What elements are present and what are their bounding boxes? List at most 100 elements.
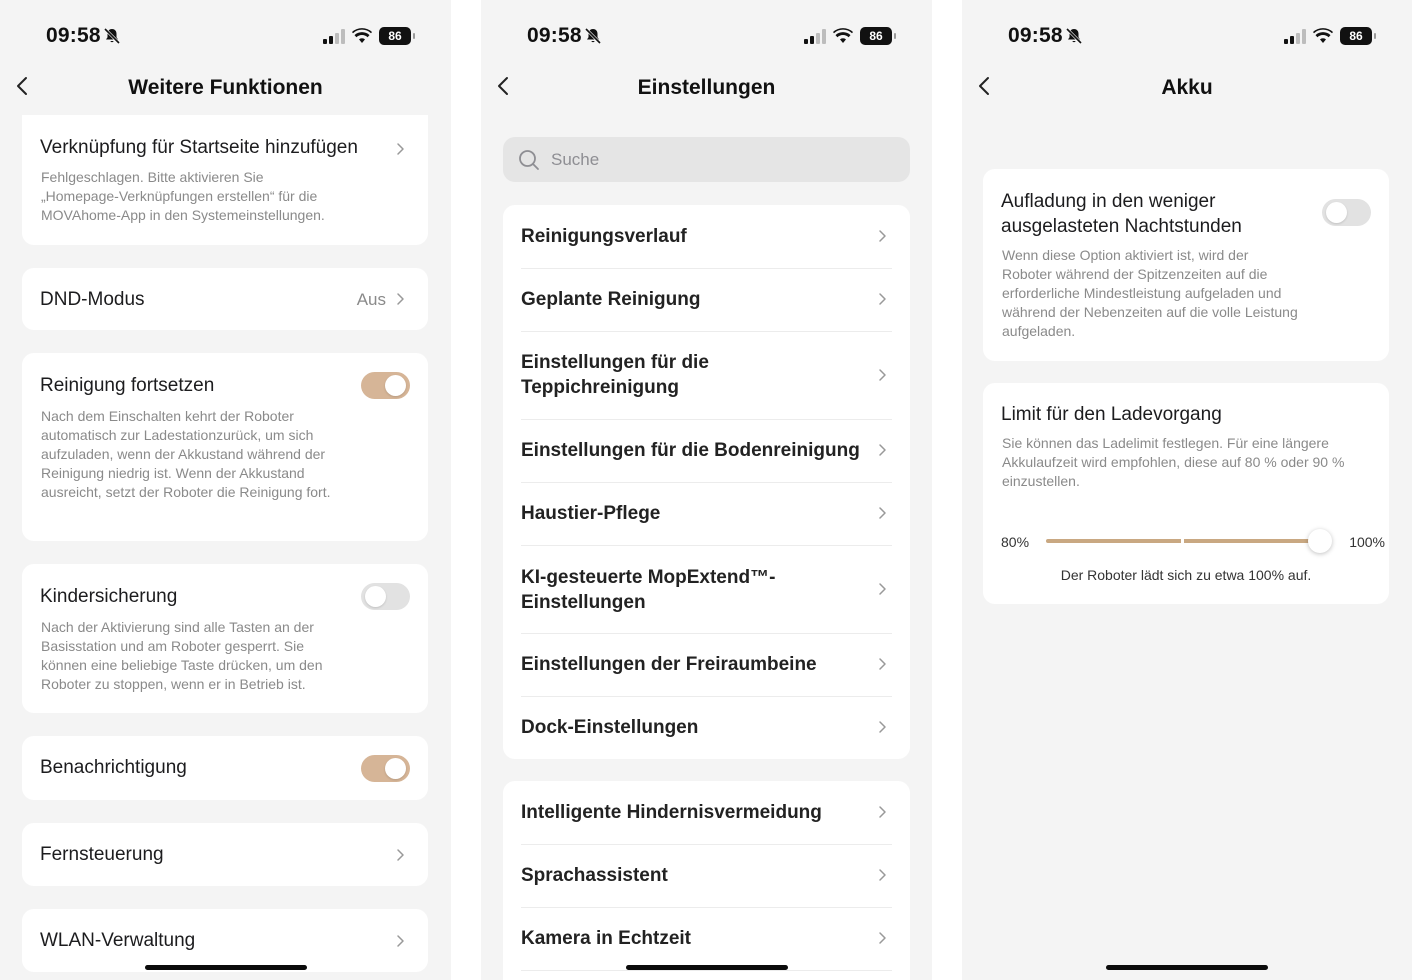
page-title: Weitere Funktionen: [128, 76, 323, 99]
resume-title: Reinigung fortsetzen: [40, 375, 215, 396]
dnd-value: Aus: [356, 290, 386, 309]
list-item-label: Dock-Einstellungen: [521, 717, 699, 738]
nav-bar: Akku: [962, 66, 1412, 112]
resume-toggle[interactable]: [361, 372, 410, 399]
settings-group-2: Intelligente Hindernisvermeidung Spracha…: [503, 781, 910, 980]
list-item-bodenreinigung[interactable]: Einstellungen für die Bodenreinigung: [503, 419, 910, 482]
notification-toggle[interactable]: [361, 755, 410, 782]
offpeak-toggle[interactable]: [1322, 199, 1371, 226]
chevron-right-icon: [397, 143, 404, 155]
shortcut-card[interactable]: Verknüpfung für Startseite hinzufügen Fe…: [22, 115, 428, 245]
screen-akku: 09:58 86 Akku Aufladung in den weniger a…: [962, 0, 1412, 980]
list-item-label: Einstellungen für die Bodenreinigung: [521, 440, 860, 461]
chevron-right-icon: [397, 293, 404, 305]
chevron-right-icon: [879, 721, 886, 733]
chevron-right-icon: [879, 507, 886, 519]
resume-cleaning-card: Reinigung fortsetzen Nach dem Einschalte…: [22, 353, 428, 541]
list-item-label: Einstellungen der Freiraumbeine: [521, 654, 817, 675]
nav-bar: Einstellungen: [481, 66, 932, 112]
child-lock-title: Kindersicherung: [40, 586, 178, 607]
wlan-row[interactable]: WLAN-Verwaltung: [22, 909, 428, 972]
list-item-reinigungsverlauf[interactable]: Reinigungsverlauf: [503, 205, 910, 268]
home-indicator: [144, 965, 307, 970]
nav-bar: Weitere Funktionen: [0, 66, 451, 112]
wifi-icon: [833, 28, 853, 43]
battery-icon: 86: [1340, 27, 1376, 45]
list-item-hindernisvermeidung[interactable]: Intelligente Hindernisvermeidung: [503, 781, 910, 844]
notification-title: Benachrichtigung: [40, 757, 187, 778]
wlan-title: WLAN-Verwaltung: [40, 930, 196, 951]
chevron-right-icon: [879, 869, 886, 881]
dnd-title: DND-Modus: [40, 289, 145, 310]
chevron-right-icon: [879, 658, 886, 670]
list-item-haustier-pflege[interactable]: Haustier-Pflege: [503, 482, 910, 545]
list-item-label: Haustier-Pflege: [521, 503, 661, 524]
battery-icon: 86: [860, 27, 896, 45]
bell-slash-icon: [103, 27, 121, 45]
status-time: 09:58: [527, 24, 582, 47]
list-item-mopextend[interactable]: KI-gesteuerte MopExtend™-Einstellungen: [503, 545, 910, 633]
status-bar: 09:58 86: [481, 0, 932, 60]
bell-slash-icon: [1065, 27, 1083, 45]
list-item-label: Einstellungen für die Teppichreinigung: [521, 352, 709, 398]
child-lock-description: Nach der Aktivierung sind alle Tasten an…: [41, 619, 323, 692]
chevron-right-icon: [879, 583, 886, 595]
list-item-label: Sprachassistent: [521, 865, 668, 886]
home-indicator: [625, 965, 788, 970]
chevron-right-icon: [879, 932, 886, 944]
list-item-sprachassistent[interactable]: Sprachassistent: [503, 844, 910, 907]
chevron-right-icon: [879, 369, 886, 381]
remote-title: Fernsteuerung: [40, 844, 164, 865]
list-item-label: Kamera in Echtzeit: [521, 928, 691, 949]
shortcut-description: Fehlgeschlagen. Bitte aktivieren Sie „Ho…: [41, 169, 325, 223]
chevron-right-icon: [397, 849, 404, 861]
list-item-dock-einstellungen[interactable]: Dock-Einstellungen: [503, 696, 910, 759]
status-time: 09:58: [1008, 24, 1063, 47]
offpeak-charging-card: Aufladung in den weniger ausgelasteten N…: [983, 169, 1389, 361]
charge-limit-note: Der Roboter lädt sich zu etwa 100% auf.: [1060, 567, 1312, 583]
search-bar[interactable]: Suche: [503, 137, 910, 182]
list-item-label: Reinigungsverlauf: [521, 226, 687, 247]
search-icon: [519, 150, 539, 170]
chevron-right-icon: [397, 935, 404, 947]
wifi-icon: [352, 28, 372, 43]
slider-min-label: 80%: [1001, 534, 1030, 550]
signal-icon: [1284, 29, 1306, 44]
charge-limit-card: Limit für den Ladevorgang Sie können das…: [983, 383, 1389, 604]
chevron-right-icon: [879, 230, 886, 242]
charge-limit-slider-thumb[interactable]: [1308, 529, 1332, 553]
search-placeholder: Suche: [551, 150, 600, 169]
status-time: 09:58: [46, 24, 101, 47]
charge-limit-title: Limit für den Ladevorgang: [1001, 404, 1222, 425]
status-bar: 09:58 86: [962, 0, 1412, 60]
screen-weitere-funktionen: 09:58 86 Weitere Funktionen Verknüpfung …: [0, 0, 451, 980]
offpeak-description: Wenn diese Option aktiviert ist, wird de…: [1002, 247, 1298, 339]
chevron-right-icon: [879, 806, 886, 818]
child-lock-toggle[interactable]: [361, 583, 410, 610]
page-title: Einstellungen: [637, 76, 776, 99]
child-lock-card: Kindersicherung Nach der Aktivierung sin…: [22, 564, 428, 713]
list-item-kamera[interactable]: Kamera in Echtzeit: [503, 907, 910, 970]
screen-einstellungen: 09:58 86 Einstellungen Suche Reinigungsv…: [481, 0, 932, 980]
list-item-teppichreinigung[interactable]: Einstellungen für die Teppichreinigung: [503, 331, 910, 419]
remote-control-row[interactable]: Fernsteuerung: [22, 823, 428, 886]
page-title: Akku: [1161, 76, 1213, 99]
bell-slash-icon: [584, 27, 602, 45]
list-item-freiraumbeine[interactable]: Einstellungen der Freiraumbeine: [503, 633, 910, 696]
notification-card: Benachrichtigung: [22, 736, 428, 800]
dnd-row[interactable]: DND-Modus Aus: [22, 268, 428, 330]
wifi-icon: [1313, 28, 1333, 43]
status-bar: 09:58 86: [0, 0, 451, 60]
divider: [521, 970, 892, 971]
chevron-right-icon: [879, 444, 886, 456]
list-item-label: KI-gesteuerte MopExtend™-Einstellungen: [521, 567, 776, 613]
list-item-geplante-reinigung[interactable]: Geplante Reinigung: [503, 268, 910, 331]
home-indicator: [1106, 965, 1268, 970]
battery-icon: 86: [379, 27, 415, 45]
charge-limit-description: Sie können das Ladelimit festlegen. Für …: [1002, 435, 1345, 489]
slider-max-label: 100%: [1349, 534, 1385, 550]
slider-step-marker: [1181, 538, 1184, 544]
resume-description: Nach dem Einschalten kehrt der Roboter a…: [41, 408, 331, 500]
list-item-label: Intelligente Hindernisvermeidung: [521, 802, 822, 823]
offpeak-title: Aufladung in den weniger ausgelasteten N…: [1001, 191, 1242, 237]
